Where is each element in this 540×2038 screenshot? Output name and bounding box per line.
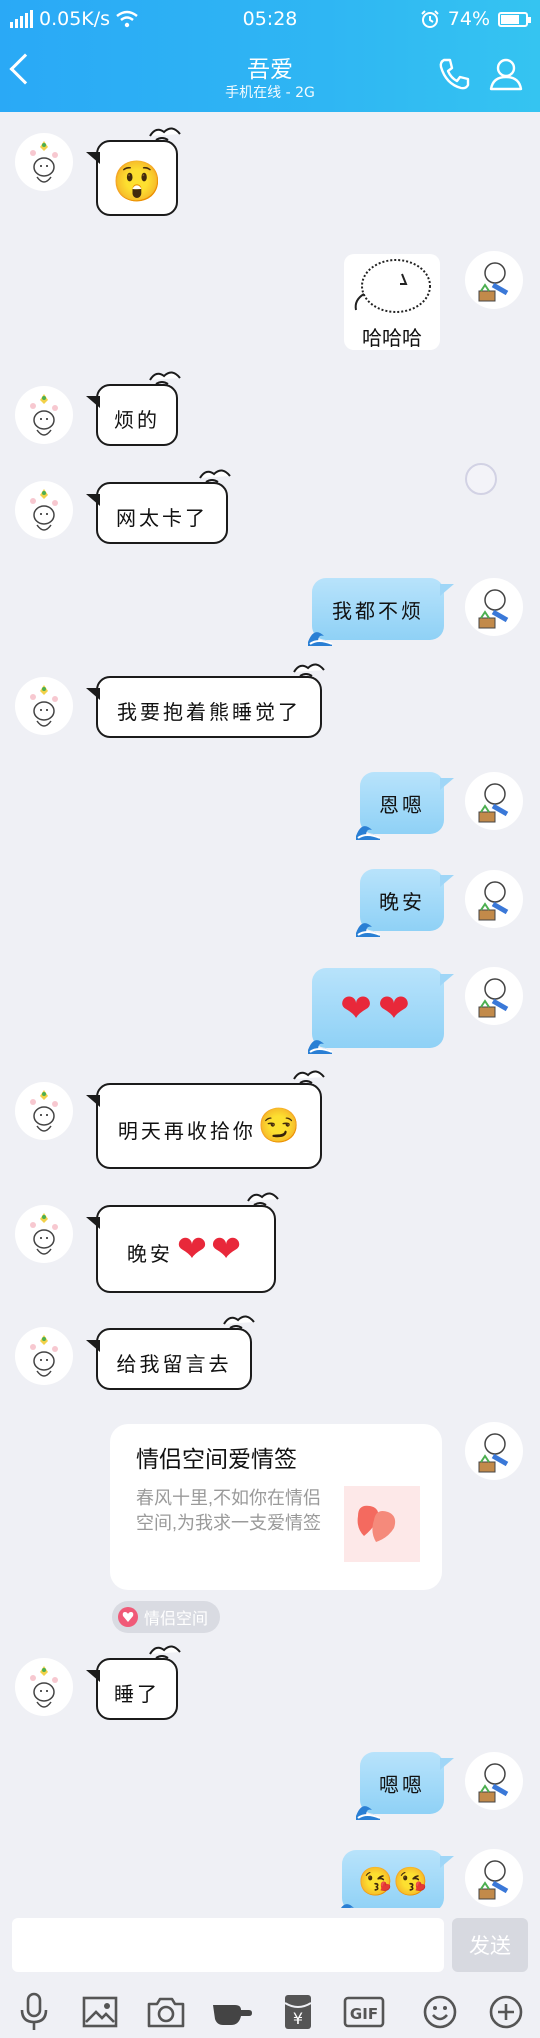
svg-text:GIF: GIF [350, 2005, 378, 2023]
message-bubble-sent[interactable]: 恩嗯 [356, 772, 454, 840]
heart-icon: ❤❤ [176, 1228, 246, 1270]
surprised-face-icon: 😲 [112, 158, 162, 205]
svg-text:¥: ¥ [293, 2009, 303, 2028]
message-bubble-received[interactable]: 烦的 [86, 371, 181, 446]
send-button[interactable]: 发送 [452, 1918, 528, 1972]
contact-avatar[interactable] [15, 1205, 73, 1263]
cloud-deco-icon [149, 127, 181, 141]
message-bubble-sent[interactable]: 我都不烦 [308, 578, 454, 646]
my-avatar[interactable] [465, 1849, 523, 1907]
cloud-deco-icon [293, 1070, 325, 1084]
input-bar: 发送 ¥ GIF [0, 1908, 540, 2038]
couple-space-icon [118, 1607, 138, 1627]
message-bubble-received[interactable]: 我要抱着熊睡觉了 [86, 663, 325, 738]
my-avatar[interactable] [465, 251, 523, 309]
wave-deco-icon [356, 1806, 381, 1820]
message-input[interactable] [12, 1918, 444, 1972]
tag-label: 情侣空间 [144, 1611, 209, 1628]
message-text: 给我留言去 [116, 1351, 232, 1376]
camera-icon[interactable] [144, 1990, 188, 2034]
message-text: 嗯嗯 [379, 1772, 425, 1797]
kiss-face-icon: 😘😘 [358, 1864, 428, 1898]
sticker-face-icon [354, 259, 431, 313]
couple-space-card[interactable]: 情侣空间爱情签 春风十里,不如你在情侣空间,为我求一支爱情签 [110, 1424, 442, 1590]
my-avatar[interactable] [465, 1752, 523, 1810]
plus-icon[interactable] [484, 1990, 528, 2034]
contact-avatar[interactable] [15, 1082, 73, 1140]
wave-deco-icon [356, 826, 381, 840]
card-body: 春风十里,不如你在情侣空间,为我求一支爱情签 [136, 1488, 321, 1533]
smirk-face-icon: 😏 [257, 1106, 301, 1146]
gif-icon[interactable]: GIF [342, 1990, 386, 2034]
contact-avatar[interactable] [15, 481, 73, 539]
phone-call-icon[interactable] [436, 56, 472, 92]
mic-icon[interactable] [12, 1990, 56, 2034]
contact-avatar[interactable] [15, 133, 73, 191]
wave-deco-icon [308, 1040, 333, 1054]
battery-icon [498, 11, 531, 27]
emoji-icon[interactable] [418, 1990, 462, 2034]
my-avatar[interactable] [465, 772, 523, 830]
message-text: 睡了 [114, 1681, 160, 1706]
couple-space-tag[interactable]: 情侣空间 [112, 1601, 221, 1633]
my-avatar[interactable] [465, 578, 523, 636]
message-bubble-received[interactable]: 网太卡了 [86, 469, 231, 544]
message-text: 我都不烦 [332, 598, 424, 623]
card-thumbnail [344, 1486, 420, 1562]
heart-icon: ❤❤ [340, 986, 416, 1030]
cloud-deco-icon [247, 1192, 279, 1206]
message-text: 明天再收拾你 [117, 1118, 256, 1143]
cloud-deco-icon [293, 663, 325, 677]
cloud-deco-icon [199, 469, 231, 483]
message-text: 烦的 [114, 407, 160, 432]
message-bubble-received[interactable]: 晚安 ❤❤ [86, 1192, 279, 1293]
message-bubble-received[interactable]: 明天再收拾你 😏 [86, 1070, 325, 1169]
wave-deco-icon [356, 923, 381, 937]
message-text: 网太卡了 [116, 505, 208, 530]
image-icon[interactable] [78, 1990, 122, 2034]
hearts-icon [357, 1505, 396, 1542]
message-bubble-sent[interactable]: ❤❤ [308, 968, 454, 1054]
message-text: 晚安 [126, 1241, 173, 1266]
cloud-deco-icon [149, 1645, 181, 1659]
wave-deco-icon [308, 632, 333, 646]
contact-avatar[interactable] [15, 1327, 73, 1385]
contact-avatar[interactable] [15, 1658, 73, 1716]
message-bubble-sent[interactable]: 嗯嗯 [356, 1752, 454, 1820]
contact-avatar[interactable] [15, 677, 73, 735]
message-text: 晚安 [379, 889, 425, 914]
cloud-deco-icon [149, 371, 181, 385]
sticker-caption: 哈哈哈 [362, 328, 422, 350]
my-avatar[interactable] [465, 1422, 523, 1480]
toolbar: ¥ GIF [0, 1990, 540, 2038]
poke-icon[interactable] [210, 1990, 254, 2034]
message-bubble-sent[interactable]: 晚安 [356, 869, 454, 937]
sticker-message[interactable]: 哈哈哈 [344, 254, 440, 350]
my-avatar[interactable] [465, 967, 523, 1025]
message-bubble-sent[interactable]: 😘😘 [338, 1850, 454, 1918]
message-bubble-received[interactable]: 😲 [86, 127, 181, 216]
profile-icon[interactable] [488, 56, 524, 92]
message-text: 恩嗯 [379, 792, 425, 817]
card-title: 情侣空间爱情签 [136, 1446, 297, 1472]
contact-avatar[interactable] [15, 386, 73, 444]
message-bubble-received[interactable]: 给我留言去 [86, 1315, 255, 1390]
chat-header: 0.05K/s 05:28 74% 吾爱 手机在线 - 2G [0, 0, 540, 112]
loading-indicator [465, 463, 497, 495]
alarm-icon [421, 10, 439, 28]
red-packet-icon[interactable]: ¥ [276, 1990, 320, 2034]
message-bubble-received[interactable]: 睡了 [86, 1645, 181, 1720]
my-avatar[interactable] [465, 870, 523, 928]
status-bar: 0.05K/s 05:28 74% [0, 8, 540, 34]
battery-percent: 74% [447, 8, 490, 30]
message-text: 我要抱着熊睡觉了 [117, 699, 301, 724]
cloud-deco-icon [223, 1315, 255, 1329]
